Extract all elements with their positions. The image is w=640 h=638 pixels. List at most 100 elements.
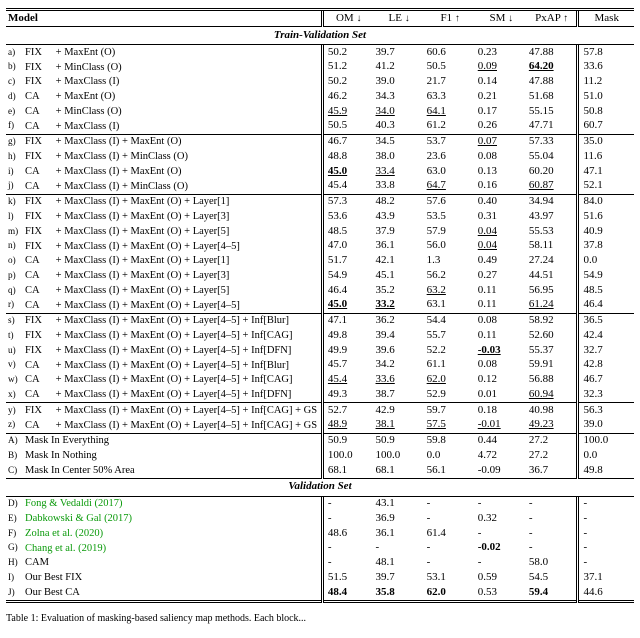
model-cell: CA + MaxClass (I) + MaxEnt (O) + Layer[1…	[23, 254, 322, 269]
value-cell: 53.5	[425, 209, 476, 224]
value-cell: 0.27	[476, 268, 527, 283]
value-cell: 68.1	[374, 463, 425, 478]
model-cell: FIX + MaxClass (I) + MinClass (O)	[23, 149, 322, 164]
value-cell: 0.18	[476, 403, 527, 418]
value-cell: 63.0	[425, 164, 476, 179]
row-index: C)	[6, 463, 23, 478]
value-cell: 40.98	[527, 403, 578, 418]
value-cell: 47.71	[527, 119, 578, 134]
value-cell: 51.7	[322, 254, 373, 269]
value-cell: 49.3	[322, 387, 373, 402]
value-cell: 0.12	[476, 373, 527, 388]
table-row: g)FIX + MaxClass (I) + MaxEnt (O)46.734.…	[6, 135, 634, 150]
results-table: Model OM ↓ LE ↓ F1 ↑ SM ↓ PxAP ↑ Mask Tr…	[6, 8, 634, 603]
value-cell: 46.7	[322, 135, 373, 150]
section-val: Validation Set	[6, 479, 634, 496]
row-index: y)	[6, 403, 23, 418]
table-row: J)Our Best CA48.435.862.00.5359.444.6	[6, 585, 634, 601]
value-cell: -	[476, 526, 527, 541]
table-row: a)FIX + MaxEnt (O)50.239.760.60.2347.885…	[6, 45, 634, 60]
table-row: A)Mask In Everything50.950.959.80.4427.2…	[6, 434, 634, 449]
value-cell: 40.9	[578, 224, 634, 239]
model-cell: FIX + MaxClass (I) + MaxEnt (O) + Layer[…	[23, 239, 322, 254]
value-cell: 48.5	[578, 283, 634, 298]
header-row: Model OM ↓ LE ↓ F1 ↑ SM ↓ PxAP ↑ Mask	[6, 11, 634, 27]
model-cell: FIX + MaxClass (I) + MaxEnt (O) + Layer[…	[23, 328, 322, 343]
table-row: x)CA + MaxClass (I) + MaxEnt (O) + Layer…	[6, 387, 634, 402]
value-cell: 51.6	[578, 209, 634, 224]
value-cell: 49.23	[527, 418, 578, 433]
value-cell: 48.2	[374, 195, 425, 210]
value-cell: 36.5	[578, 314, 634, 329]
value-cell: 50.5	[425, 60, 476, 75]
value-cell: 47.1	[578, 164, 634, 179]
table-row: i)CA + MaxClass (I) + MaxEnt (O)45.033.4…	[6, 164, 634, 179]
value-cell: 54.9	[322, 268, 373, 283]
value-cell: 46.2	[322, 89, 373, 104]
row-index: z)	[6, 418, 23, 433]
table-row: q)CA + MaxClass (I) + MaxEnt (O) + Layer…	[6, 283, 634, 298]
value-cell: 0.0	[425, 448, 476, 463]
row-index: m)	[6, 224, 23, 239]
value-cell: 0.0	[578, 254, 634, 269]
value-cell: 40.3	[374, 119, 425, 134]
table-row: r)CA + MaxClass (I) + MaxEnt (O) + Layer…	[6, 298, 634, 313]
value-cell: 0.40	[476, 195, 527, 210]
value-cell: 51.0	[578, 89, 634, 104]
value-cell: -	[322, 556, 373, 571]
value-cell: 45.0	[322, 164, 373, 179]
value-cell: 0.21	[476, 89, 527, 104]
value-cell: 51.5	[322, 570, 373, 585]
value-cell: 11.6	[578, 149, 634, 164]
value-cell: 62.0	[425, 373, 476, 388]
value-cell: 33.2	[374, 298, 425, 313]
row-index: J)	[6, 585, 23, 601]
value-cell: 56.0	[425, 239, 476, 254]
col-mask: Mask	[578, 11, 634, 27]
table-figure: Model OM ↓ LE ↓ F1 ↑ SM ↓ PxAP ↑ Mask Tr…	[0, 0, 640, 638]
model-cell: FIX + MaxClass (I)	[23, 75, 322, 90]
row-index: F)	[6, 526, 23, 541]
value-cell: 59.8	[425, 434, 476, 449]
table-row: o)CA + MaxClass (I) + MaxEnt (O) + Layer…	[6, 254, 634, 269]
value-cell: 32.3	[578, 387, 634, 402]
value-cell: -	[578, 556, 634, 571]
table-row: v)CA + MaxClass (I) + MaxEnt (O) + Layer…	[6, 358, 634, 373]
value-cell: 56.1	[425, 463, 476, 478]
row-index: h)	[6, 149, 23, 164]
value-cell: 0.11	[476, 283, 527, 298]
table-row: s)FIX + MaxClass (I) + MaxEnt (O) + Laye…	[6, 314, 634, 329]
value-cell: 60.6	[425, 45, 476, 60]
value-cell: 52.9	[425, 387, 476, 402]
value-cell: -0.02	[476, 541, 527, 556]
value-cell: 39.0	[578, 418, 634, 433]
row-index: f)	[6, 119, 23, 134]
value-cell: 0.49	[476, 254, 527, 269]
value-cell: 35.0	[578, 135, 634, 150]
table-row: e)CA + MinClass (O)45.934.064.10.1755.15…	[6, 104, 634, 119]
value-cell: 0.08	[476, 358, 527, 373]
col-le: LE ↓	[374, 11, 425, 27]
value-cell: 34.0	[374, 104, 425, 119]
value-cell: 0.59	[476, 570, 527, 585]
row-index: q)	[6, 283, 23, 298]
table-row: F)Zolna et al. (2020)48.636.161.4---	[6, 526, 634, 541]
caption-text: Evaluation of masking-based saliency map…	[41, 613, 306, 624]
value-cell: 57.5	[425, 418, 476, 433]
value-cell: 50.5	[322, 119, 373, 134]
model-cell: CA + MaxClass (I) + MaxEnt (O) + Layer[3…	[23, 268, 322, 283]
row-index: l)	[6, 209, 23, 224]
value-cell: 21.7	[425, 75, 476, 90]
value-cell: 56.88	[527, 373, 578, 388]
row-index: x)	[6, 387, 23, 402]
value-cell: 39.4	[374, 328, 425, 343]
value-cell: 0.07	[476, 135, 527, 150]
value-cell: 68.1	[322, 463, 373, 478]
value-cell: 54.5	[527, 570, 578, 585]
row-index: d)	[6, 89, 23, 104]
value-cell: 0.01	[476, 387, 527, 402]
value-cell: -	[322, 511, 373, 526]
value-cell: 36.2	[374, 314, 425, 329]
value-cell: 48.1	[374, 556, 425, 571]
model-cell: FIX + MaxClass (I) + MaxEnt (O) + Layer[…	[23, 209, 322, 224]
